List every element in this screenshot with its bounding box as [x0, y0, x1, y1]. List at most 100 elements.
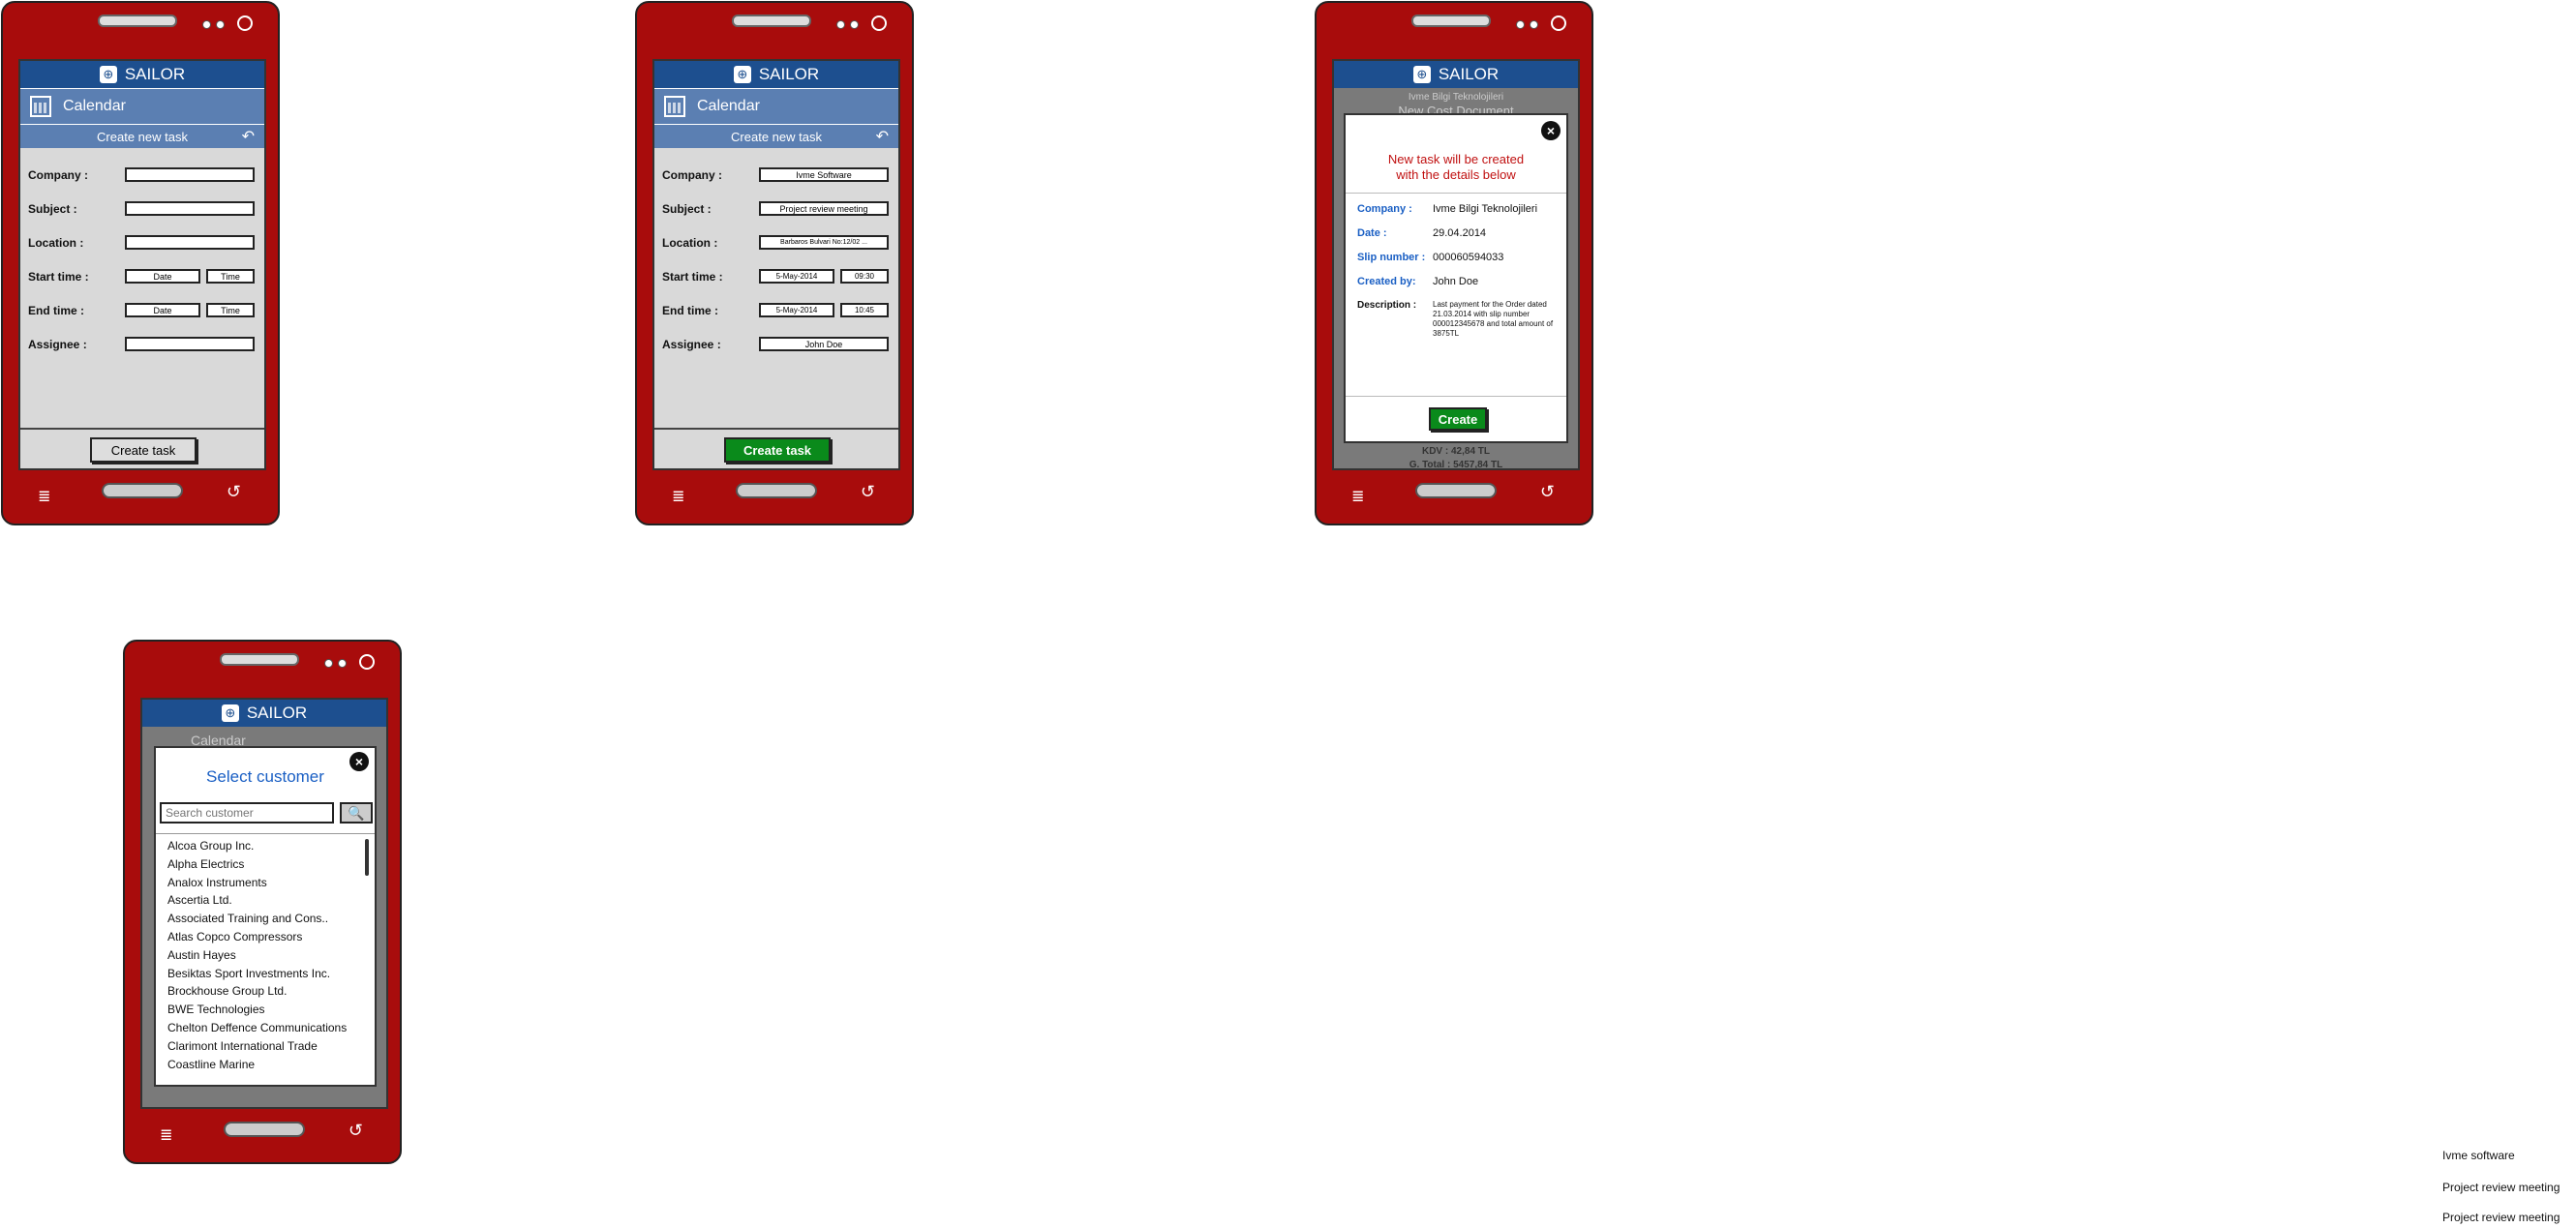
search-icon[interactable]: 🔍: [340, 802, 373, 824]
list-item[interactable]: Brockhouse Group Ltd.: [167, 982, 361, 1001]
subheader-title: Create new task: [97, 129, 188, 144]
camera: [359, 654, 375, 670]
sensor-dot: [202, 20, 211, 29]
assignee-label: Assignee :: [662, 337, 721, 351]
create-task-button[interactable]: Create task: [90, 437, 197, 463]
speaker: [1411, 15, 1491, 27]
slip-key: Slip number :: [1357, 252, 1426, 263]
menu-icon[interactable]: ≣: [160, 1125, 172, 1145]
end-time-label: End time :: [28, 303, 85, 317]
task-form: Company : Subject : Location : Start tim…: [20, 148, 264, 361]
home-button[interactable]: [736, 483, 817, 498]
menu-icon[interactable]: ≣: [38, 487, 50, 506]
list-item[interactable]: Besiktas Sport Investments Inc.: [167, 965, 361, 983]
search-input[interactable]: [162, 804, 334, 822]
assignee-label: Assignee :: [28, 337, 87, 351]
list-item[interactable]: Chelton Deffence Communications: [167, 1019, 361, 1037]
subheader-title: Create new task: [731, 129, 822, 144]
screen: ⊕ SAILOR Calendar Create new task ↶ Compan…: [652, 59, 900, 470]
list-item[interactable]: Clarimont International Trade: [167, 1037, 361, 1056]
back-hardware-icon[interactable]: ↺: [227, 482, 241, 502]
list-item[interactable]: Ascertia Ltd.: [167, 891, 361, 910]
list-item[interactable]: Coastline Marine: [167, 1056, 361, 1074]
back-icon[interactable]: ↶: [876, 127, 889, 146]
app-title: SAILOR: [124, 65, 186, 83]
sensor-dot: [338, 659, 347, 668]
list-item[interactable]: BWE Technologies: [167, 1001, 361, 1019]
description-key: Description :: [1357, 300, 1417, 311]
list-item[interactable]: Austin Hayes: [167, 946, 361, 965]
home-button[interactable]: [102, 483, 183, 498]
side-note: Project review meeting: [2442, 1181, 2561, 1194]
list-item[interactable]: Analox Instruments: [167, 874, 361, 892]
create-button[interactable]: Create: [1429, 407, 1487, 431]
location-input[interactable]: Barbaros Bulvari No:12/02 ...: [759, 235, 889, 250]
camera: [871, 15, 887, 31]
screen: ⊕SAILOR Calendar × Select customer 🔍 Alc…: [140, 698, 388, 1109]
subject-input[interactable]: Project review meeting: [759, 201, 889, 216]
speaker: [732, 15, 811, 27]
section-title: Calendar: [697, 98, 760, 114]
phone-confirm-dialog: ⊕ SAILOR Ivme Bilgi Teknolojileri New Cos…: [1315, 1, 1593, 525]
company-label: Company :: [662, 167, 723, 182]
assignee-input[interactable]: John Doe: [759, 337, 889, 351]
list-item[interactable]: Associated Training and Cons..: [167, 910, 361, 928]
camera: [237, 15, 253, 31]
sensor-dot: [836, 20, 845, 29]
close-icon[interactable]: ×: [349, 752, 369, 771]
end-date-input[interactable]: 5-May-2014: [759, 303, 834, 317]
calendar-bar[interactable]: Calendar: [654, 88, 898, 124]
create-task-button[interactable]: Create task: [724, 437, 831, 463]
hardware-buttons: ≣ ↺: [125, 1120, 400, 1149]
start-time-input[interactable]: Time: [206, 269, 255, 284]
start-time-input[interactable]: 09:30: [840, 269, 889, 284]
start-date-input[interactable]: Date: [125, 269, 200, 284]
sensor-dot: [324, 659, 333, 668]
location-input[interactable]: [125, 235, 255, 250]
description-value: Last payment for the Order dated 21.03.2…: [1433, 300, 1554, 338]
list-item[interactable]: Alcoa Group Inc.: [167, 837, 361, 855]
details: Company : Ivme Bilgi Teknolojileri Date :…: [1346, 194, 1566, 339]
assignee-input[interactable]: [125, 337, 255, 351]
screen: ⊕ SAILOR Ivme Bilgi Teknolojileri New Cos…: [1332, 59, 1580, 470]
scrollbar[interactable]: [365, 839, 369, 876]
speaker: [220, 653, 299, 666]
app-title: SAILOR: [246, 704, 308, 722]
home-button[interactable]: [224, 1122, 305, 1137]
end-date-input[interactable]: Date: [125, 303, 200, 317]
back-hardware-icon[interactable]: ↺: [349, 1121, 363, 1141]
close-icon[interactable]: ×: [1541, 121, 1561, 140]
hardware-buttons: ≣ ↺: [637, 481, 912, 510]
dialog-title-line2: with the details below: [1396, 167, 1516, 182]
location-label: Location :: [28, 235, 84, 250]
app-header: ⊕ SAILOR: [654, 61, 898, 88]
search-field[interactable]: [160, 802, 334, 824]
menu-icon[interactable]: ≣: [672, 487, 684, 506]
list-item[interactable]: Atlas Copco Compressors: [167, 928, 361, 946]
created-by-value: John Doe: [1433, 276, 1479, 287]
start-date-input[interactable]: 5-May-2014: [759, 269, 834, 284]
section-title: Calendar: [63, 98, 126, 114]
back-hardware-icon[interactable]: ↺: [861, 482, 875, 502]
app-title: SAILOR: [758, 65, 820, 83]
home-button[interactable]: [1415, 483, 1497, 498]
back-icon[interactable]: ↶: [242, 127, 255, 146]
dialog-title: Select customer: [206, 767, 324, 786]
subject-label: Subject :: [28, 201, 77, 216]
company-input[interactable]: Ivme Software: [759, 167, 889, 182]
subject-input[interactable]: [125, 201, 255, 216]
back-hardware-icon[interactable]: ↺: [1540, 482, 1555, 502]
end-time-input[interactable]: Time: [206, 303, 255, 317]
company-input[interactable]: [125, 167, 255, 182]
subject-label: Subject :: [662, 201, 712, 216]
bg-total: G. Total : 5457,84 TL: [1409, 460, 1503, 470]
calendar-bar[interactable]: Calendar: [20, 88, 264, 124]
sensor-dot: [1516, 20, 1525, 29]
form-footer: Create task: [20, 428, 264, 468]
end-time-label: End time :: [662, 303, 719, 317]
end-time-input[interactable]: 10:45: [840, 303, 889, 317]
phone-select-customer: ⊕SAILOR Calendar × Select customer 🔍 Alc…: [123, 640, 402, 1164]
select-customer-dialog: × Select customer 🔍 Alcoa Group Inc. Alp…: [154, 746, 377, 1087]
list-item[interactable]: Alpha Electrics: [167, 855, 361, 874]
menu-icon[interactable]: ≣: [1351, 487, 1364, 506]
